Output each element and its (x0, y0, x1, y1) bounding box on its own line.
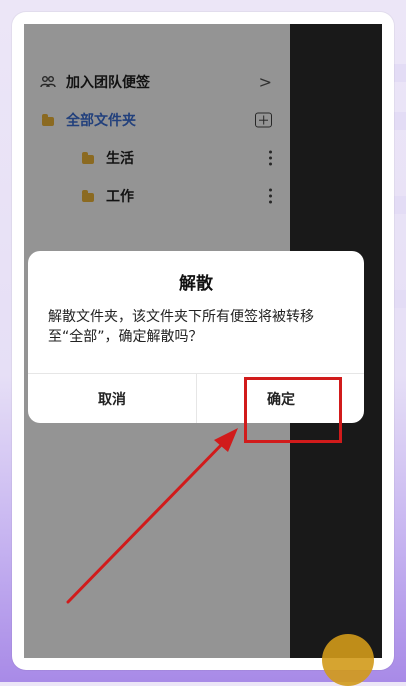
cancel-button[interactable]: 取消 (28, 374, 196, 423)
floating-action-button[interactable] (322, 634, 374, 686)
background-stripe (392, 196, 406, 214)
background-stripe (392, 64, 406, 82)
background-stripe (392, 290, 406, 308)
background-stripe (392, 112, 406, 130)
dialog-title: 解散 (179, 274, 213, 294)
confirm-button[interactable]: 确定 (197, 374, 364, 423)
disband-dialog: 解散 解散文件夹，该文件夹下所有便签将被转移至“全部”，确定解散吗？ 取消 确定 (28, 251, 364, 423)
dialog-message: 解散文件夹，该文件夹下所有便签将被转移至“全部”，确定解散吗？ (48, 309, 314, 345)
